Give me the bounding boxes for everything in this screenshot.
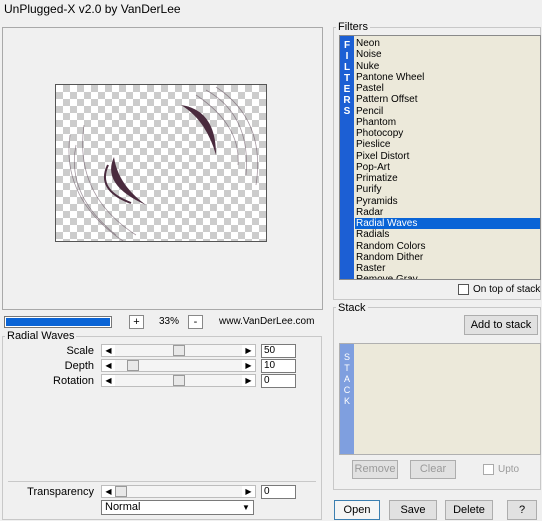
filter-list-item[interactable]: Pieslice <box>355 139 540 150</box>
slider-left-arrow-icon[interactable]: ◀ <box>102 360 115 371</box>
filter-list-item[interactable]: Purify <box>355 184 540 195</box>
clear-button[interactable]: Clear <box>410 460 456 479</box>
preview-image[interactable] <box>55 84 267 242</box>
transparency-value-field[interactable]: 0 <box>261 485 296 499</box>
strip-letter: T <box>343 73 351 84</box>
strip-letter: I <box>345 51 349 62</box>
slider-thumb[interactable] <box>173 345 185 356</box>
parameter-slider[interactable]: ◀ ▶ <box>101 359 256 372</box>
slider-right-arrow-icon[interactable]: ▶ <box>242 375 255 386</box>
help-button[interactable]: ? <box>507 500 537 520</box>
stack-group-label: Stack <box>336 302 368 314</box>
filter-list-item[interactable]: Pop-Art <box>355 162 540 173</box>
filter-list-item[interactable]: Phantom <box>355 117 540 128</box>
slider-thumb[interactable] <box>115 486 127 497</box>
slider-label: Rotation <box>53 375 94 387</box>
strip-letter: C <box>343 385 351 395</box>
zoom-level: 33% <box>158 316 179 327</box>
filter-list-item[interactable]: Remove Gray <box>355 274 540 279</box>
filters-group-label: Filters <box>336 21 370 33</box>
slider-thumb[interactable] <box>127 360 139 371</box>
slider-thumb[interactable] <box>173 375 185 386</box>
strip-letter: S <box>343 106 351 117</box>
filter-list-item[interactable]: Pyramids <box>355 196 540 207</box>
progress-fill <box>6 318 110 326</box>
filter-list-item[interactable]: Pantone Wheel <box>355 72 540 83</box>
filter-list-item[interactable]: Pattern Offset <box>355 94 540 105</box>
slider-value-field[interactable]: 0 <box>261 374 296 388</box>
remove-button[interactable]: Remove <box>352 460 398 479</box>
divider <box>8 481 316 482</box>
website-link[interactable]: www.VanDerLee.com <box>219 316 314 327</box>
stack-strip-label: STACK <box>340 344 354 454</box>
filter-list-item[interactable]: Radials <box>355 229 540 240</box>
on-top-checkbox[interactable] <box>458 284 469 295</box>
delete-button[interactable]: Delete <box>445 500 493 520</box>
zoom-out-button[interactable]: - <box>188 315 203 329</box>
chevron-down-icon[interactable]: ▼ <box>239 501 253 514</box>
on-top-label: On top of stack <box>473 284 541 295</box>
filters-list[interactable]: FILTERS Neon Noise Nuke Pantone Wheel Pastel… <box>339 35 541 280</box>
filter-list-item[interactable]: Random Dither <box>355 252 540 263</box>
radial-waves-preview <box>68 86 259 241</box>
filter-list-item[interactable]: Neon <box>355 38 540 49</box>
filter-list-item[interactable]: Random Colors <box>355 241 540 252</box>
slider-left-arrow-icon[interactable]: ◀ <box>102 375 115 386</box>
strip-letter: L <box>343 62 351 73</box>
upto-label: Upto <box>498 464 520 475</box>
filter-list-item[interactable]: Radar <box>355 207 540 218</box>
filters-strip-label: FILTERS <box>340 36 354 279</box>
slider-right-arrow-icon[interactable]: ▶ <box>242 345 255 356</box>
filter-list-item[interactable]: Radial Waves <box>355 218 540 230</box>
parameters-group-label: Radial Waves <box>5 330 77 342</box>
strip-letter: F <box>343 40 351 51</box>
parameter-slider[interactable]: ◀ ▶ <box>101 374 256 387</box>
filter-list-item[interactable]: Nuke <box>355 61 540 72</box>
stack-list[interactable]: STACK <box>339 343 541 455</box>
transparency-slider[interactable]: ◀ ▶ <box>101 485 256 498</box>
transparency-label: Transparency <box>27 486 94 498</box>
strip-letter: R <box>343 95 351 106</box>
strip-letter: S <box>343 352 350 362</box>
upto-checkbox[interactable] <box>483 464 494 475</box>
strip-letter: E <box>343 84 351 95</box>
slider-left-arrow-icon[interactable]: ◀ <box>102 345 115 356</box>
slider-label: Depth <box>64 360 94 372</box>
slider-right-arrow-icon[interactable]: ▶ <box>242 486 255 497</box>
slider-label: Scale <box>66 345 94 357</box>
blend-mode-value: Normal <box>105 501 141 513</box>
parameter-slider[interactable]: ◀ ▶ <box>101 344 256 357</box>
slider-value-field[interactable]: 50 <box>261 344 296 358</box>
filter-list-item[interactable]: Primatize <box>355 173 540 184</box>
filter-list-item[interactable]: Pastel <box>355 83 540 94</box>
strip-letter: K <box>343 396 350 406</box>
window-title: UnPlugged-X v2.0 by VanDerLee <box>4 2 181 16</box>
blend-mode-select[interactable]: Normal ▼ <box>101 500 254 515</box>
slider-value-field[interactable]: 10 <box>261 359 296 373</box>
open-button[interactable]: Open <box>334 500 380 520</box>
add-to-stack-button[interactable]: Add to stack <box>464 315 538 335</box>
filter-list-item[interactable]: Photocopy <box>355 128 540 139</box>
filter-list-item[interactable]: Noise <box>355 49 540 60</box>
filter-list-item[interactable]: Pencil <box>355 106 540 117</box>
slider-right-arrow-icon[interactable]: ▶ <box>242 360 255 371</box>
slider-left-arrow-icon[interactable]: ◀ <box>102 486 115 497</box>
filter-list-item[interactable]: Raster <box>355 263 540 274</box>
zoom-in-button[interactable]: + <box>129 315 144 329</box>
strip-letter: A <box>343 374 350 384</box>
save-button[interactable]: Save <box>389 500 437 520</box>
strip-letter: T <box>344 363 350 373</box>
render-progress-bar <box>4 316 112 328</box>
filter-list-item[interactable]: Pixel Distort <box>355 151 540 162</box>
